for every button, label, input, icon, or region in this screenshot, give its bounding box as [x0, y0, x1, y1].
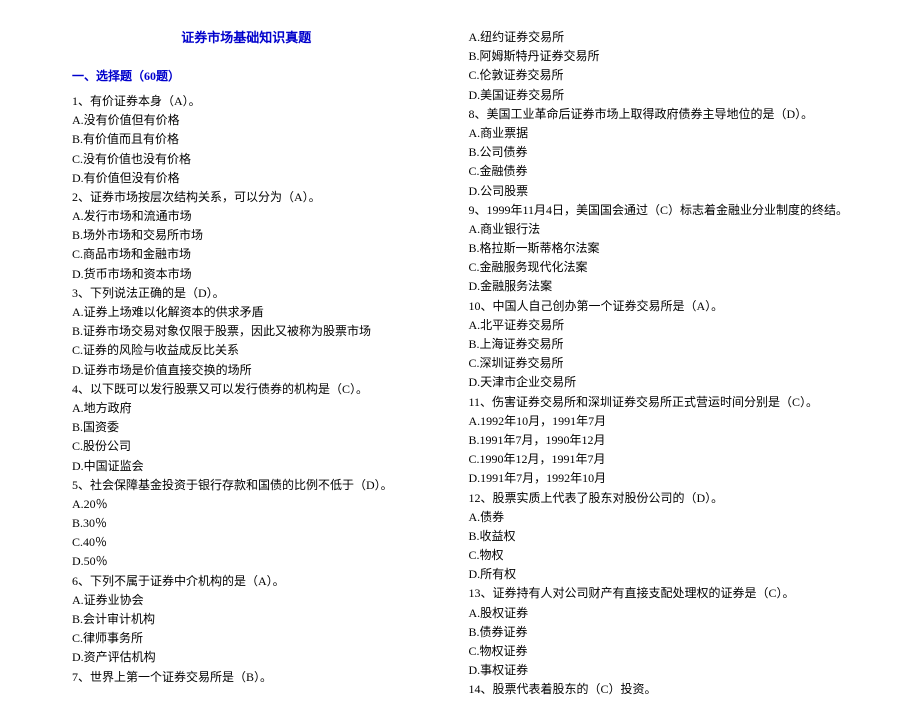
text-line: C.40％: [72, 533, 420, 552]
text-line: B.1991年7月，1990年12月: [468, 431, 848, 450]
text-line: 12、股票实质上代表了股东对股份公司的（D）。: [468, 489, 848, 508]
text-line: 8、美国工业革命后证券市场上取得政府债券主导地位的是（D）。: [468, 105, 848, 124]
text-line: D.天津市企业交易所: [468, 373, 848, 392]
text-line: A.20％: [72, 495, 420, 514]
text-line: D.50％: [72, 552, 420, 571]
text-line: A.商业银行法: [468, 220, 848, 239]
text-line: B.证券市场交易对象仅限于股票，因此又被称为股票市场: [72, 322, 420, 341]
text-line: A.没有价值但有价格: [72, 111, 420, 130]
text-line: C.1990年12月，1991年7月: [468, 450, 848, 469]
text-line: A.地方政府: [72, 399, 420, 418]
text-line: D.资产评估机构: [72, 648, 420, 667]
text-line: B.债券证券: [468, 623, 848, 642]
text-line: C.金融服务现代化法案: [468, 258, 848, 277]
text-line: C.伦敦证券交易所: [468, 66, 848, 85]
text-line: D.所有权: [468, 565, 848, 584]
text-line: C.律师事务所: [72, 629, 420, 648]
text-line: A.证券上场难以化解资本的供求矛盾: [72, 303, 420, 322]
text-line: B.格拉斯一斯蒂格尔法案: [468, 239, 848, 258]
text-line: C.深圳证券交易所: [468, 354, 848, 373]
text-line: D.中国证监会: [72, 457, 420, 476]
text-line: 13、证券持有人对公司财产有直接支配处理权的证券是（C）。: [468, 584, 848, 603]
text-line: 2、证券市场按层次结构关系，可以分为（A）。: [72, 188, 420, 207]
text-line: C.股份公司: [72, 437, 420, 456]
text-line: D.货币市场和资本市场: [72, 265, 420, 284]
text-line: C.物权: [468, 546, 848, 565]
text-line: B.有价值而且有价格: [72, 130, 420, 149]
text-line: 3、下列说法正确的是（D）。: [72, 284, 420, 303]
text-line: B.国资委: [72, 418, 420, 437]
text-line: D.证券市场是价值直接交换的场所: [72, 361, 420, 380]
text-line: D.公司股票: [468, 182, 848, 201]
text-line: B.阿姆斯特丹证券交易所: [468, 47, 848, 66]
text-line: 11、伤害证券交易所和深圳证券交易所正式营运时间分别是（C）。: [468, 393, 848, 412]
column-2-content: A.纽约证券交易所B.阿姆斯特丹证券交易所C.伦敦证券交易所D.美国证券交易所8…: [468, 28, 848, 700]
section-header: 一、选择题（60题）: [72, 67, 420, 86]
text-line: D.美国证券交易所: [468, 86, 848, 105]
text-line: A.北平证券交易所: [468, 316, 848, 335]
text-line: 7、世界上第一个证券交易所是（B）。: [72, 668, 420, 687]
column-1-content: 1、有价证券本身（A）。A.没有价值但有价格B.有价值而且有价格C.没有价值也没…: [72, 92, 420, 687]
text-line: D.有价值但没有价格: [72, 169, 420, 188]
text-line: C.金融债券: [468, 162, 848, 181]
text-line: 14、股票代表着股东的（C）投资。: [468, 680, 848, 699]
text-line: A.发行市场和流通市场: [72, 207, 420, 226]
text-line: A.1992年10月，1991年7月: [468, 412, 848, 431]
text-line: A.债券: [468, 508, 848, 527]
text-line: 9、1999年11月4日，美国国会通过（C）标志着金融业分业制度的终结。: [468, 201, 848, 220]
text-line: C.商品市场和金融市场: [72, 245, 420, 264]
document-title: 证券市场基础知识真题: [72, 28, 420, 49]
text-line: 5、社会保障基金投资于银行存款和国债的比例不低于（D）。: [72, 476, 420, 495]
text-line: A.股权证券: [468, 604, 848, 623]
text-line: 1、有价证券本身（A）。: [72, 92, 420, 111]
text-line: B.收益权: [468, 527, 848, 546]
text-line: 10、中国人自己创办第一个证券交易所是（A）。: [468, 297, 848, 316]
text-line: A.纽约证券交易所: [468, 28, 848, 47]
left-column: 证券市场基础知识真题 一、选择题（60题） 1、有价证券本身（A）。A.没有价值…: [72, 28, 420, 700]
text-line: B.公司债券: [468, 143, 848, 162]
text-line: D.1991年7月，1992年10月: [468, 469, 848, 488]
text-line: 4、以下既可以发行股票又可以发行债券的机构是（C）。: [72, 380, 420, 399]
text-line: B.30％: [72, 514, 420, 533]
text-line: A.证券业协会: [72, 591, 420, 610]
right-column: A.纽约证券交易所B.阿姆斯特丹证券交易所C.伦敦证券交易所D.美国证券交易所8…: [468, 28, 848, 700]
text-line: A.商业票据: [468, 124, 848, 143]
text-line: 6、下列不属于证券中介机构的是（A）。: [72, 572, 420, 591]
text-line: B.场外市场和交易所市场: [72, 226, 420, 245]
text-line: D.事权证券: [468, 661, 848, 680]
text-line: C.没有价值也没有价格: [72, 150, 420, 169]
text-line: B.上海证券交易所: [468, 335, 848, 354]
text-line: B.会计审计机构: [72, 610, 420, 629]
text-line: D.金融服务法案: [468, 277, 848, 296]
text-line: C.证券的风险与收益成反比关系: [72, 341, 420, 360]
text-line: C.物权证券: [468, 642, 848, 661]
